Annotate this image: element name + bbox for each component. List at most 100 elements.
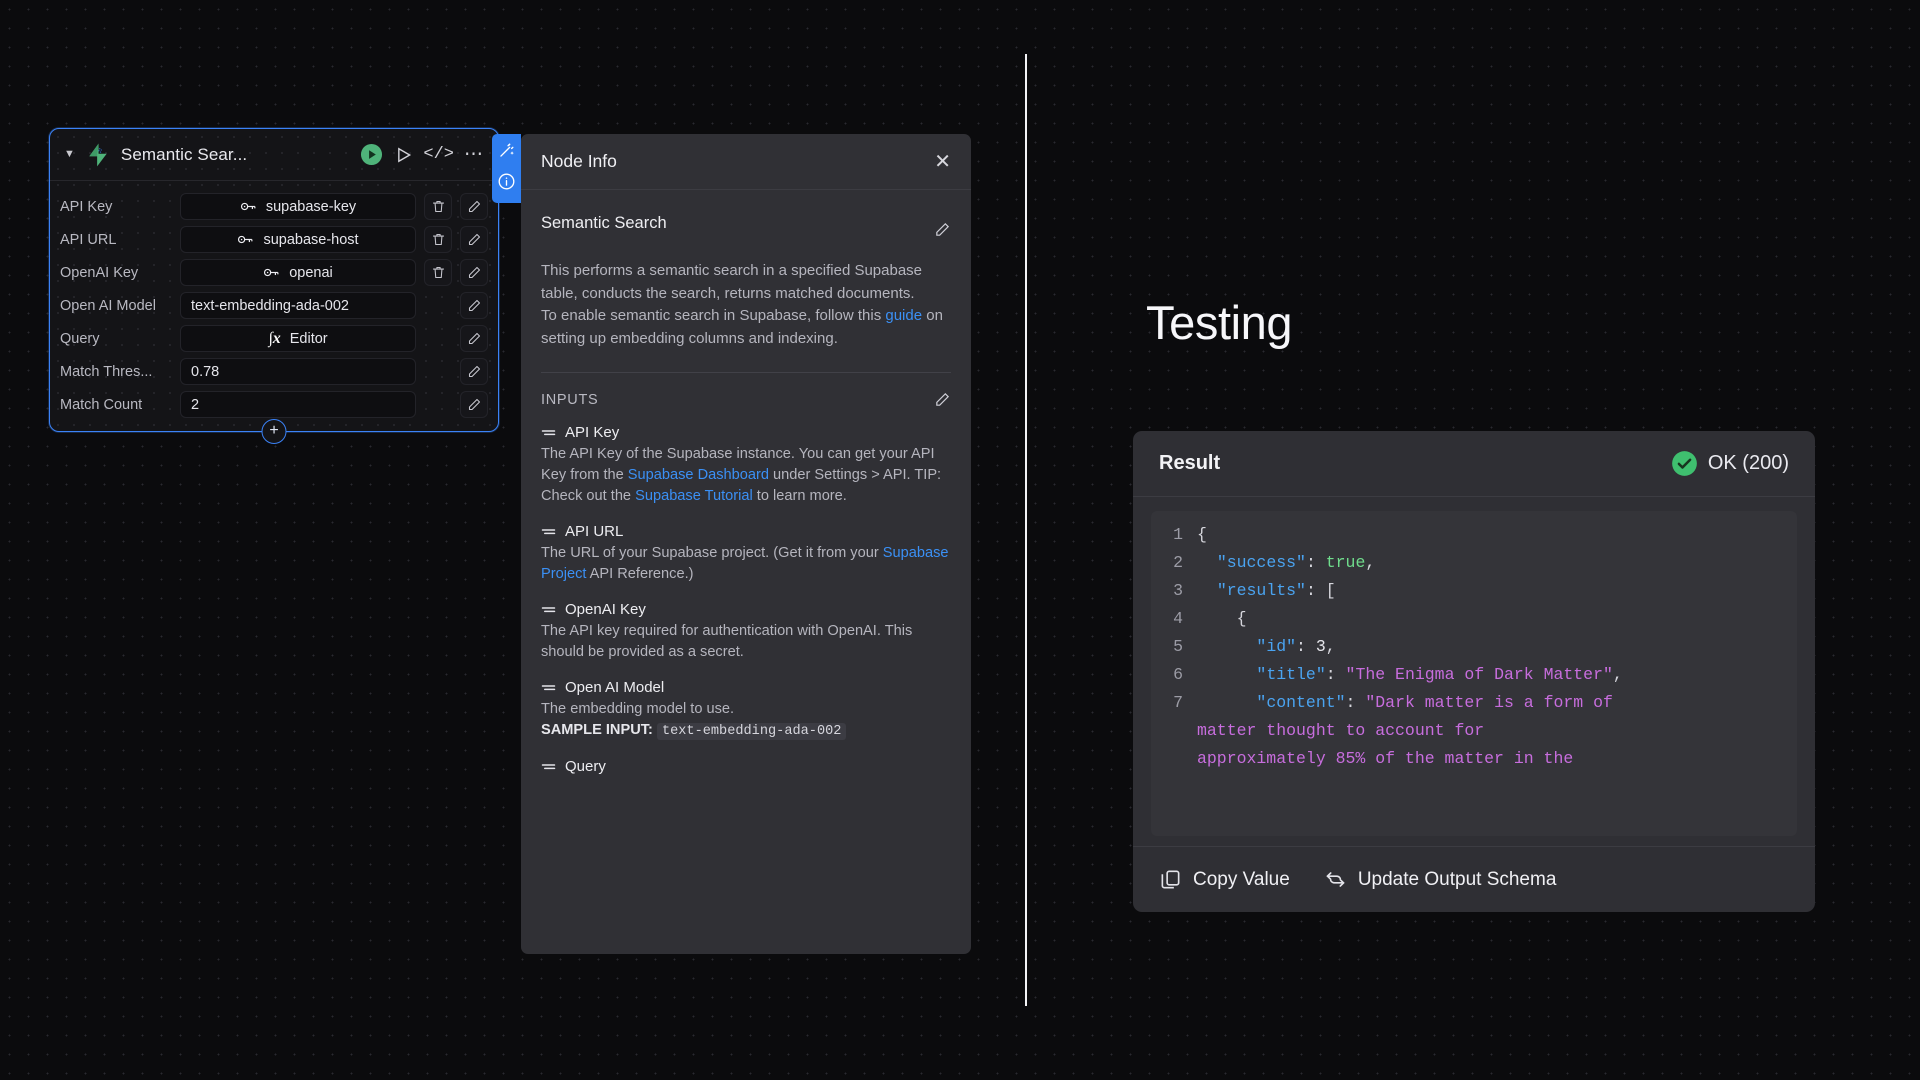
edit-icon[interactable] [460,358,488,385]
info-circle-icon[interactable] [497,172,516,196]
line-content: "content": "Dark matter is a form of [1197,689,1613,717]
caret-down-icon[interactable]: ▼ [64,149,75,160]
param-value: supabase-host [263,231,359,248]
check-circle-icon [1671,451,1697,476]
doc-link[interactable]: Supabase Dashboard [628,467,769,483]
param-row: Open AI Model text-embedding-ada-002 [60,289,488,322]
parameter-icon [541,764,556,770]
edit-inputs-icon[interactable] [934,391,951,408]
line-content: "id": 3, [1197,633,1336,661]
add-node-icon[interactable]: + [261,419,287,444]
token: , [1612,665,1623,684]
run-green-icon[interactable] [360,143,383,166]
param-field-api-key[interactable]: supabase-key [180,193,416,220]
param-field-openai-key[interactable]: openai [180,259,416,286]
semantic-search-node[interactable]: ▼ Semantic Sear... </> ⋯ API Key supabase… [49,128,499,444]
param-label: OpenAI Key [60,264,139,281]
param-value: text-embedding-ada-002 [191,297,349,314]
close-icon[interactable]: ✕ [934,152,951,172]
param-field-query[interactable]: ∫x Editor [180,325,416,352]
param-field-api-url[interactable]: supabase-host [180,226,416,253]
input-doc-description: The URL of your Supabase project. (Get i… [541,543,951,585]
input-doc-description: The API key required for authentication … [541,621,951,663]
result-footer: Copy Value Update Output Schema [1133,846,1815,912]
doc-text: The API key required for authentication … [541,623,913,660]
edit-description-icon[interactable] [934,221,951,238]
line-content: "success": true, [1197,549,1375,577]
code-line: 6 "title": "The Enigma of Dark Matter", [1151,661,1791,689]
copy-value-button[interactable]: Copy Value [1159,868,1290,891]
node-info-content: Semantic Search This performs a semantic… [521,190,971,954]
delete-icon[interactable] [424,193,452,220]
input-doc-header: Open AI Model [541,679,951,696]
input-doc-header: API Key [541,424,951,441]
param-value: 0.78 [191,363,220,380]
token: : [1305,553,1326,572]
code-line: 7 "content": "Dark matter is a form of [1151,689,1791,717]
token: , [1325,637,1336,656]
line-number: 6 [1173,665,1183,684]
input-doc-item: API Key The API Key of the Supabase insta… [541,424,951,507]
refresh-icon [1324,868,1347,891]
edit-icon[interactable] [460,292,488,319]
code-wrapped-line: approximately 85% of the matter in the [1197,749,1574,768]
delete-icon[interactable] [424,259,452,286]
input-doc-name: Open AI Model [565,679,665,696]
input-doc-name: API URL [565,523,624,540]
guide-link[interactable]: guide [885,307,922,324]
edit-icon[interactable] [460,325,488,352]
param-row: OpenAI Key openai [60,256,488,289]
doc-link[interactable]: Supabase Tutorial [635,488,753,504]
token: "Dark matter is a form of [1365,693,1613,712]
doc-text: API Reference.) [586,566,694,582]
divider [541,372,951,373]
param-label: Match Count [60,396,143,413]
edit-icon[interactable] [460,193,488,220]
param-row: Query ∫x Editor [60,322,488,355]
json-code-block[interactable]: 1{2 "success": true, 3 "results": [4 {5 "… [1151,511,1797,836]
inputs-label: INPUTS [541,391,599,408]
edit-icon[interactable] [460,226,488,253]
node-parameter-list: API Key supabase-key API URL supabase-host O… [50,181,498,431]
magic-wand-icon[interactable] [497,141,516,165]
doc-text: to learn more. [752,488,847,504]
input-doc-item: Query [541,758,951,775]
update-output-schema-button[interactable]: Update Output Schema [1324,868,1556,891]
token: { [1197,609,1247,628]
param-label: Match Thres... [60,363,153,380]
node-info-title: Node Info [541,151,617,171]
supabase-logo-icon [89,143,107,166]
param-row: Match Thres... 0.78 [60,355,488,388]
line-content: "results": [ [1197,577,1336,605]
param-label: Open AI Model [60,297,156,314]
desc2-before: To enable semantic search in Supabase, f… [541,307,886,324]
param-field-match-count[interactable]: 2 [180,391,416,418]
doc-text: The embedding model to use. [541,701,735,717]
param-field-open-ai-model[interactable]: text-embedding-ada-002 [180,292,416,319]
param-row: API URL supabase-host [60,223,488,256]
code-line: 5 "id": 3, [1151,633,1791,661]
delete-icon[interactable] [424,226,452,253]
input-doc-item: OpenAI Key The API key required for authe… [541,601,951,663]
input-doc-header: OpenAI Key [541,601,951,618]
param-value: supabase-key [265,198,357,215]
code-icon[interactable]: </> [423,145,454,164]
token: [ [1325,581,1336,600]
input-doc-item: Open AI Model The embedding model to use.… [541,679,951,742]
play-outline-icon[interactable] [393,145,413,165]
more-options-icon[interactable]: ⋯ [464,145,484,164]
parameter-icon [541,430,556,436]
token: "The Enigma of Dark Matter" [1345,665,1613,684]
edit-icon[interactable] [460,259,488,286]
line-content: { [1197,605,1247,633]
param-field-match-thres[interactable]: 0.78 [180,358,416,385]
doc-text: The URL of your Supabase project. (Get i… [541,545,883,561]
edit-icon[interactable] [460,391,488,418]
node-header: ▼ Semantic Sear... </> ⋯ [50,129,498,181]
key-icon [238,235,253,244]
code-line: 1{ [1151,521,1791,549]
input-doc-item: API URL The URL of your Supabase project.… [541,523,951,585]
line-content: { [1197,521,1207,549]
